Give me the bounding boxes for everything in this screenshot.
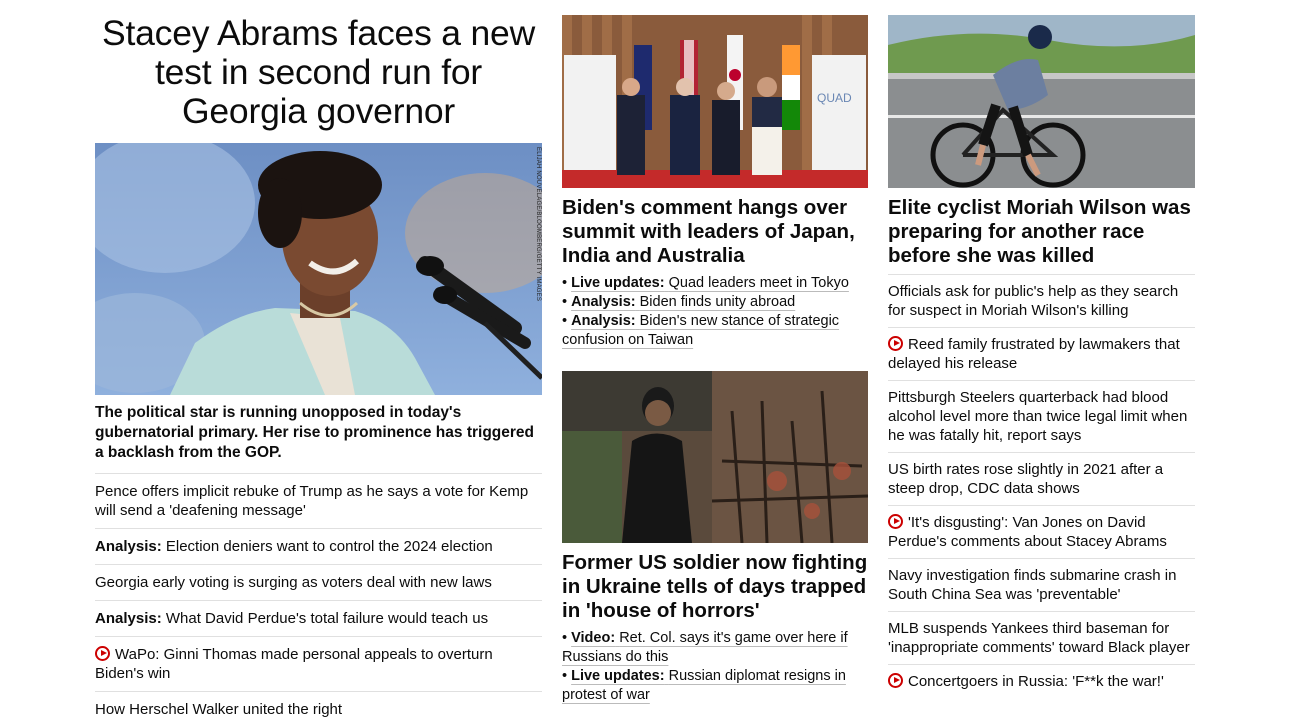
right-column: Elite cyclist Moriah Wilson was preparin… — [888, 0, 1195, 698]
middle-column: QUAD Biden's comment hangs over summit w… — [562, 0, 868, 705]
bullet-prefix: Live updates: — [571, 668, 665, 684]
link-text[interactable]: MLB suspends Yankees third baseman for '… — [888, 620, 1190, 656]
ukraine-image[interactable] — [562, 371, 868, 543]
list-item[interactable]: Officials ask for public's help as they … — [888, 275, 1195, 328]
link-text[interactable]: US birth rates rose slightly in 2021 aft… — [888, 461, 1163, 497]
list-item[interactable]: US birth rates rose slightly in 2021 aft… — [888, 453, 1195, 506]
quad-image[interactable]: QUAD — [562, 15, 868, 188]
lead-description[interactable]: The political star is running unopposed … — [95, 403, 542, 474]
video-play-icon — [888, 514, 903, 529]
bullet-link[interactable]: Quad leaders meet in Tokyo — [669, 275, 849, 291]
list-item[interactable]: Georgia early voting is surging as voter… — [95, 565, 542, 601]
list-item[interactable]: 'It's disgusting': Van Jones on David Pe… — [888, 506, 1195, 559]
list-item[interactable]: How Herschel Walker united the right — [95, 692, 542, 727]
list-item[interactable]: • Analysis: Biden finds unity abroad — [562, 293, 868, 312]
lead-story: Stacey Abrams faces a new test in second… — [95, 0, 542, 727]
link-text[interactable]: Pence offers implicit rebuke of Trump as… — [95, 483, 528, 519]
bullet-link[interactable]: Biden finds unity abroad — [640, 294, 796, 310]
video-play-icon — [888, 336, 903, 351]
list-item[interactable]: Analysis: What David Perdue's total fail… — [95, 601, 542, 637]
lead-related-links: Pence offers implicit rebuke of Trump as… — [95, 474, 542, 727]
bullet-prefix: Analysis: — [571, 294, 636, 310]
link-text[interactable]: Officials ask for public's help as they … — [888, 283, 1178, 319]
link-text[interactable]: Election deniers want to control the 202… — [166, 538, 493, 555]
cyclist-photo — [888, 15, 1195, 188]
video-play-icon — [888, 673, 903, 688]
link-text[interactable]: Georgia early voting is surging as voter… — [95, 574, 492, 591]
ukraine-ruins-photo — [562, 371, 868, 543]
cyclist-image[interactable] — [888, 15, 1195, 188]
link-text[interactable]: How Herschel Walker united the right — [95, 701, 342, 718]
list-item[interactable]: • Live updates: Russian diplomat resigns… — [562, 667, 868, 705]
list-item[interactable]: Pence offers implicit rebuke of Trump as… — [95, 474, 542, 529]
link-text[interactable]: Navy investigation finds submarine crash… — [888, 567, 1176, 603]
link-prefix: Analysis: — [95, 610, 162, 627]
link-text[interactable]: Reed family frustrated by lawmakers that… — [888, 336, 1180, 372]
list-item[interactable]: Analysis: Election deniers want to contr… — [95, 529, 542, 565]
right-related-links: Officials ask for public's help as they … — [888, 274, 1195, 698]
quad-headline[interactable]: Biden's comment hangs over summit with l… — [562, 196, 868, 268]
bullet-prefix: Video: — [571, 630, 616, 646]
ukraine-bullets: • Video: Ret. Col. says it's game over h… — [562, 629, 868, 705]
bullet-prefix: Analysis: — [571, 313, 636, 329]
abrams-photo — [95, 143, 542, 395]
photo-credit: ELIJAH NOUVELAGE/BLOOMBERG/GETTY IMAGES — [535, 147, 541, 302]
list-item[interactable]: WaPo: Ginni Thomas made personal appeals… — [95, 637, 542, 692]
link-text[interactable]: What David Perdue's total failure would … — [166, 610, 488, 627]
link-text[interactable]: Pittsburgh Steelers quarterback had bloo… — [888, 389, 1187, 444]
link-text[interactable]: 'It's disgusting': Van Jones on David Pe… — [888, 514, 1167, 550]
list-item[interactable]: • Analysis: Biden's new stance of strate… — [562, 312, 868, 350]
lead-headline[interactable]: Stacey Abrams faces a new test in second… — [95, 14, 542, 131]
bullet-prefix: Live updates: — [571, 275, 665, 291]
quad-bullets: • Live updates: Quad leaders meet in Tok… — [562, 274, 868, 350]
link-text[interactable]: Concertgoers in Russia: 'F**k the war!' — [908, 673, 1164, 690]
lead-image[interactable]: ELIJAH NOUVELAGE/BLOOMBERG/GETTY IMAGES — [95, 143, 542, 395]
link-prefix: Analysis: — [95, 538, 162, 555]
list-item[interactable]: Pittsburgh Steelers quarterback had bloo… — [888, 381, 1195, 453]
ukraine-headline[interactable]: Former US soldier now fighting in Ukrain… — [562, 551, 868, 623]
list-item[interactable]: • Video: Ret. Col. says it's game over h… — [562, 629, 868, 667]
quad-leaders-photo: QUAD — [562, 15, 868, 188]
link-text[interactable]: WaPo: Ginni Thomas made personal appeals… — [95, 646, 493, 682]
list-item[interactable]: Reed family frustrated by lawmakers that… — [888, 328, 1195, 381]
quad-banner-text: QUAD — [817, 91, 852, 105]
cyclist-headline[interactable]: Elite cyclist Moriah Wilson was preparin… — [888, 196, 1195, 268]
list-item[interactable]: Navy investigation finds submarine crash… — [888, 559, 1195, 612]
list-item[interactable]: MLB suspends Yankees third baseman for '… — [888, 612, 1195, 665]
list-item[interactable]: Concertgoers in Russia: 'F**k the war!' — [888, 665, 1195, 698]
video-play-icon — [95, 646, 110, 661]
list-item[interactable]: • Live updates: Quad leaders meet in Tok… — [562, 274, 868, 293]
